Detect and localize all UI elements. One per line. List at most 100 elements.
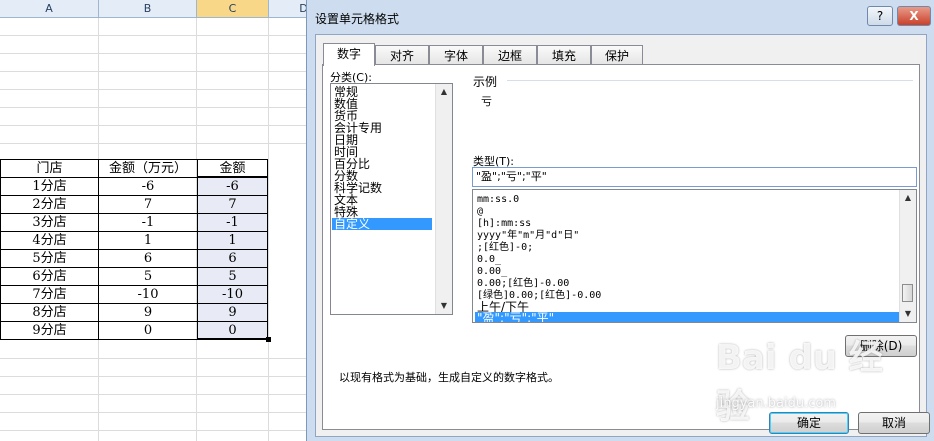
formatted-cell[interactable]: -10 — [197, 285, 268, 304]
store-cell[interactable]: 2分店 — [0, 195, 99, 214]
store-cell[interactable]: 4分店 — [0, 231, 99, 250]
amount-cell[interactable]: -1 — [98, 213, 198, 232]
tab-alignment[interactable]: 对齐 — [375, 45, 429, 65]
amount-cell[interactable]: 9 — [98, 303, 198, 322]
gridline — [0, 412, 330, 413]
format-item[interactable]: [绿色]0.00;[红色]-0.00 — [475, 290, 916, 301]
format-item[interactable]: @ — [475, 206, 916, 217]
formatted-cell[interactable]: 1 — [197, 231, 268, 250]
format-list[interactable]: mm:ss.0 @ [h]:mm:ss yyyy"年"m"月"d"日" ;[红色… — [472, 189, 917, 323]
store-cell[interactable]: 5分店 — [0, 249, 99, 268]
help-button[interactable]: ? — [867, 6, 893, 26]
gridline — [268, 18, 269, 441]
data-table: 门店 金额（万元） 金额 1分店 -6 -6 2分店 7 7 3分店 -1 -1 4分店 1 1… — [0, 159, 268, 340]
column-header-b[interactable]: B — [99, 0, 197, 17]
dialog-title: 设置单元格格式 — [315, 12, 400, 26]
gridline — [0, 358, 330, 359]
fill-handle[interactable] — [266, 337, 271, 342]
gridline — [0, 394, 330, 395]
format-item[interactable]: [h]:mm:ss — [475, 218, 916, 229]
gridline — [0, 71, 330, 72]
gridline — [0, 376, 330, 377]
table-row: 2分店 7 7 — [0, 195, 268, 214]
formatted-cell[interactable]: 9 — [197, 303, 268, 322]
table-row: 1分店 -6 -6 — [0, 177, 268, 196]
dialog-body: 数字 对齐 字体 边框 填充 保护 分类(C): 常规 数值 货币 会计专用 日… — [315, 34, 927, 437]
scroll-down-icon[interactable]: ▼ — [436, 298, 452, 314]
column-headers: A B C D — [0, 0, 339, 18]
gridline — [0, 430, 330, 431]
formatted-cell[interactable]: -1 — [197, 213, 268, 232]
scroll-thumb[interactable] — [902, 284, 913, 302]
tab-number[interactable]: 数字 — [323, 43, 375, 66]
amount-cell[interactable]: 5 — [98, 267, 198, 286]
sample-group: 示例 亏 — [473, 73, 913, 109]
scroll-up-icon[interactable]: ▲ — [436, 84, 452, 100]
ok-button[interactable]: 确定 — [769, 412, 849, 434]
gridline — [0, 53, 330, 54]
format-item-selected[interactable]: "盈";"亏";"平" — [475, 312, 916, 322]
store-cell[interactable]: 9分店 — [0, 321, 99, 340]
format-item[interactable]: 0.00_ — [475, 266, 916, 277]
category-item-selected[interactable]: 自定义 — [332, 218, 432, 230]
scroll-down-icon[interactable]: ▼ — [900, 306, 916, 322]
amount-cell[interactable]: -6 — [98, 177, 198, 196]
format-item[interactable]: 0.0_ — [475, 254, 916, 265]
store-cell[interactable]: 8分店 — [0, 303, 99, 322]
store-cell[interactable]: 3分店 — [0, 213, 99, 232]
format-item[interactable]: ;[红色]-0; — [475, 242, 916, 253]
custom-format-hint: 以现有格式为基础，生成自定义的数字格式。 — [339, 371, 559, 384]
table-row: 4分店 1 1 — [0, 231, 268, 250]
formatted-cell[interactable]: 0 — [197, 321, 268, 340]
tab-protection[interactable]: 保护 — [591, 45, 643, 65]
store-cell[interactable]: 1分店 — [0, 177, 99, 196]
scroll-up-icon[interactable]: ▲ — [900, 190, 916, 206]
number-tab-panel: 分类(C): 常规 数值 货币 会计专用 日期 时间 百分比 分数 科学记数 文… — [322, 64, 920, 430]
header-cell-formatted[interactable]: 金额 — [197, 159, 268, 178]
format-item[interactable]: mm:ss.0 — [475, 194, 916, 205]
amount-cell[interactable]: 1 — [98, 231, 198, 250]
format-item[interactable]: yyyy"年"m"月"d"日" — [475, 230, 916, 241]
store-cell[interactable]: 7分店 — [0, 285, 99, 304]
gridline — [0, 125, 330, 126]
amount-cell[interactable]: -10 — [98, 285, 198, 304]
cancel-button[interactable]: 取消 — [858, 412, 930, 434]
format-scrollbar[interactable]: ▲ ▼ — [899, 190, 916, 322]
formatted-cell[interactable]: -6 — [197, 177, 268, 196]
amount-cell[interactable]: 7 — [98, 195, 198, 214]
format-item[interactable]: 0.00;[红色]-0.00 — [475, 278, 916, 289]
gridline — [0, 107, 330, 108]
formatted-cell[interactable]: 5 — [197, 267, 268, 286]
close-button[interactable]: X — [897, 6, 931, 26]
type-input[interactable]: "盈";"亏";"平" — [472, 167, 917, 187]
tab-border[interactable]: 边框 — [483, 45, 537, 65]
sample-label: 示例 — [473, 75, 498, 89]
delete-button[interactable]: 删除(D) — [845, 335, 917, 357]
header-cell-amount[interactable]: 金额（万元） — [98, 159, 198, 178]
formatted-cell[interactable]: 7 — [197, 195, 268, 214]
table-header-row: 门店 金额（万元） 金额 — [0, 159, 268, 178]
gridline — [0, 89, 330, 90]
table-row: 8分店 9 9 — [0, 303, 268, 322]
table-row: 6分店 5 5 — [0, 267, 268, 286]
sample-divider — [507, 80, 913, 81]
amount-cell[interactable]: 0 — [98, 321, 198, 340]
gridline — [0, 143, 330, 144]
format-cells-dialog: 设置单元格格式 ? X 数字 对齐 字体 边框 填充 保护 分类(C): 常规 … — [306, 0, 934, 441]
spreadsheet: A B C D 门店 金额（万元） 金额 1分店 -6 -6 2分店 7 7 3分店 -1… — [0, 0, 339, 441]
store-cell[interactable]: 6分店 — [0, 267, 99, 286]
column-header-a[interactable]: A — [0, 0, 99, 17]
table-row: 3分店 -1 -1 — [0, 213, 268, 232]
category-list[interactable]: 常规 数值 货币 会计专用 日期 时间 百分比 分数 科学记数 文本 特殊 自定… — [330, 83, 453, 315]
column-header-c[interactable]: C — [197, 0, 269, 17]
header-cell-store[interactable]: 门店 — [0, 159, 99, 178]
formatted-cell[interactable]: 6 — [197, 249, 268, 268]
dialog-titlebar[interactable]: 设置单元格格式 ? X — [307, 0, 934, 34]
table-row: 9分店 0 0 — [0, 321, 268, 340]
tab-font[interactable]: 字体 — [429, 45, 483, 65]
category-scrollbar[interactable]: ▲ ▼ — [435, 84, 452, 314]
table-row: 5分店 6 6 — [0, 249, 268, 268]
amount-cell[interactable]: 6 — [98, 249, 198, 268]
tab-fill[interactable]: 填充 — [537, 45, 591, 65]
gridline — [0, 35, 330, 36]
